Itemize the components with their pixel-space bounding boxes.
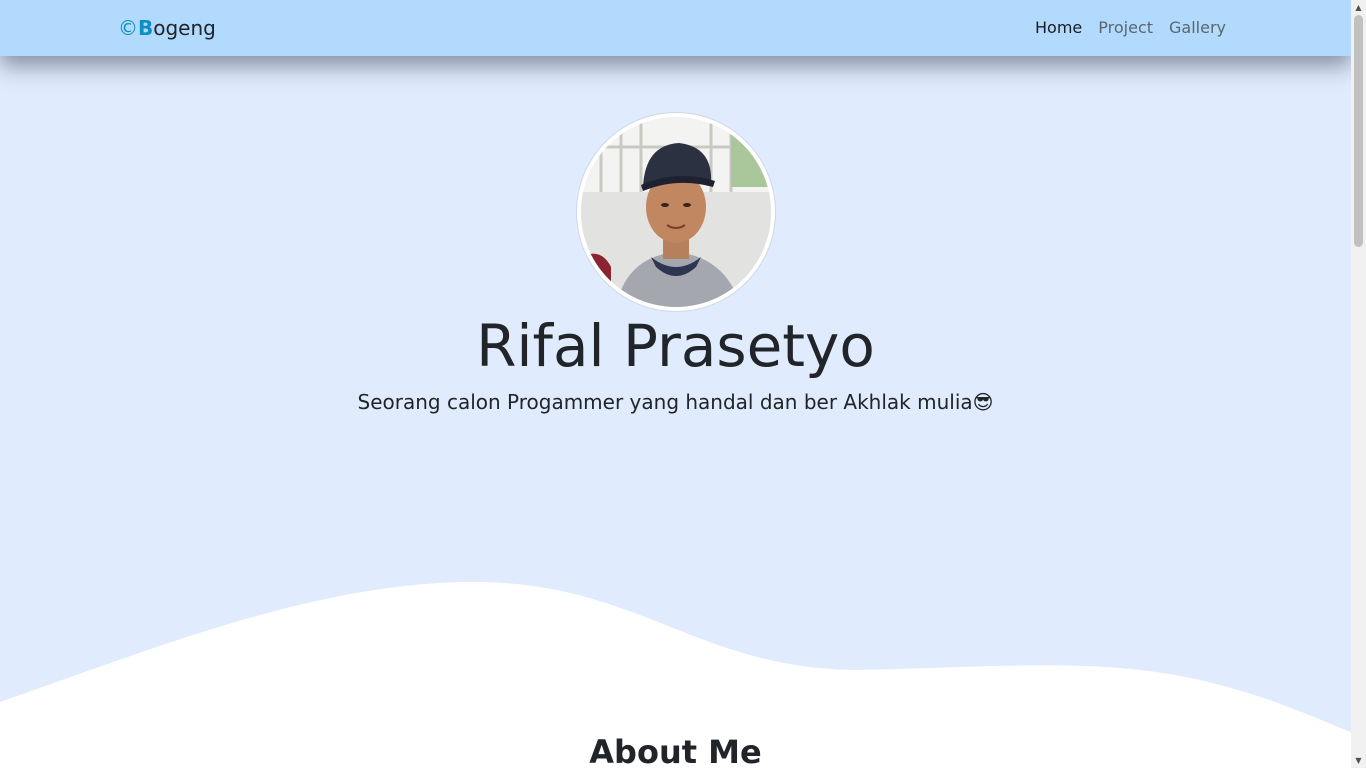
page-scrollbar[interactable]: ▲ ▼: [1351, 0, 1366, 768]
scrollbar-thumb[interactable]: [1354, 15, 1363, 247]
brand-initial: B: [138, 16, 154, 40]
page: ©Bogeng Home Project Gallery Rifal Prase…: [0, 0, 1351, 768]
copyright-symbol: ©: [118, 16, 138, 40]
brand-logo[interactable]: ©Bogeng: [118, 15, 216, 41]
nav-link-gallery[interactable]: Gallery: [1169, 17, 1226, 39]
nav-link-home[interactable]: Home: [1035, 17, 1082, 39]
profile-photo: [581, 117, 771, 307]
brand-name: ogeng: [153, 16, 216, 40]
navbar: ©Bogeng Home Project Gallery: [0, 0, 1351, 56]
nav-link-project[interactable]: Project: [1098, 17, 1153, 39]
scroll-down-arrow-icon[interactable]: ▼: [1351, 753, 1366, 768]
scroll-up-arrow-icon[interactable]: ▲: [1351, 0, 1366, 15]
hero-name: Rifal Prasetyo: [476, 312, 875, 380]
nav-links: Home Project Gallery: [1035, 17, 1226, 39]
about-title: About Me: [589, 733, 762, 768]
profile-avatar: [577, 113, 775, 311]
hero-tagline: Seorang calon Progammer yang handal dan …: [357, 390, 994, 414]
